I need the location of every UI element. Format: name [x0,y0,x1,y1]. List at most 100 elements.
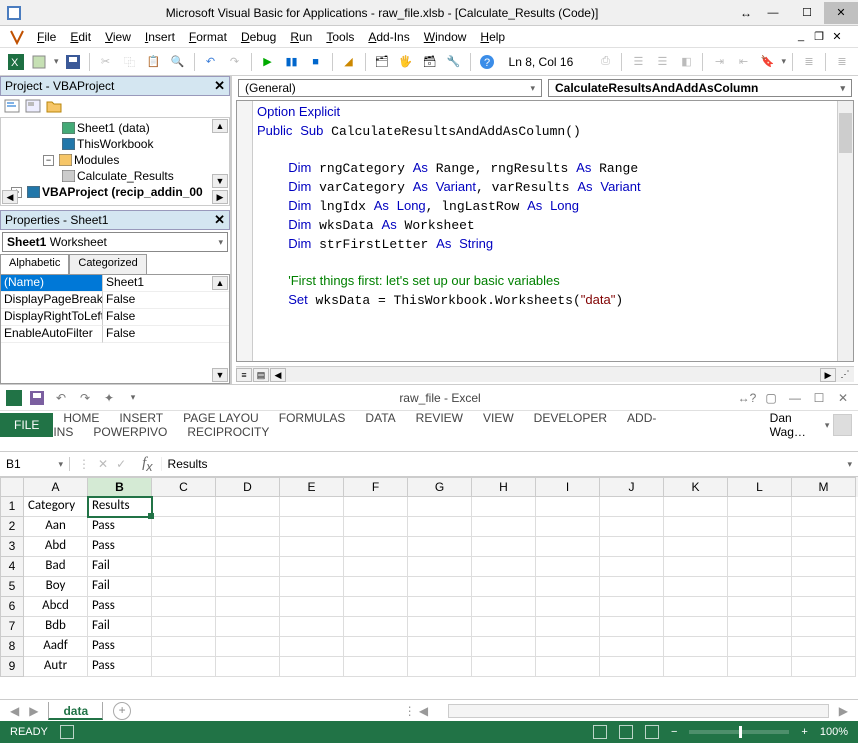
reset-icon[interactable]: ■ [306,52,326,72]
cell[interactable] [216,657,280,677]
row-header[interactable]: 8 [0,637,24,657]
properties-grid[interactable]: ▲ ▼ (Name)Sheet1DisplayPageBreaksFalseDi… [0,274,230,384]
cell[interactable]: Aadf [24,637,88,657]
cell[interactable] [728,637,792,657]
touch-mode-icon[interactable]: ↔? [738,389,756,407]
cell[interactable] [728,537,792,557]
cell[interactable] [728,617,792,637]
xl-minimize-button[interactable]: — [786,389,804,407]
cell[interactable] [408,617,472,637]
tab-formulas[interactable]: FORMULAS [269,406,356,430]
qat-misc-icon[interactable]: ✦ [100,389,118,407]
paste-icon[interactable]: 📋 [144,52,164,72]
edit-tb-icon4[interactable]: ◧ [676,52,696,72]
cell[interactable] [408,557,472,577]
edit-tb-icon2[interactable]: ☰ [628,52,648,72]
tree-item[interactable]: −Modules [3,152,227,168]
properties-icon[interactable]: 🖐 [396,52,416,72]
cell[interactable] [152,657,216,677]
maximize-button[interactable]: ☐ [790,2,824,24]
fx-enter-icon[interactable]: ✓ [116,457,126,471]
menu-edit[interactable]: Edit [63,28,98,46]
cell[interactable] [664,537,728,557]
save-icon[interactable] [63,52,83,72]
row-header[interactable]: 3 [0,537,24,557]
tree-scroll-up[interactable]: ▲ [212,119,228,133]
cell[interactable] [152,617,216,637]
macro-recorder-icon[interactable] [60,725,74,739]
column-header[interactable]: M [792,477,856,497]
tree-scroll-down[interactable]: ▼ [212,174,228,188]
cell[interactable] [472,497,536,517]
cell[interactable] [792,657,856,677]
cell[interactable] [792,617,856,637]
sheet-tab-data[interactable]: data [48,702,103,720]
code-vscroll[interactable] [837,101,853,361]
break-icon[interactable]: ▮▮ [282,52,302,72]
cell[interactable]: Abd [24,537,88,557]
zoom-slider[interactable] [689,730,789,734]
column-header[interactable]: G [408,477,472,497]
ribbon-options-icon[interactable]: ▢ [762,389,780,407]
cell[interactable] [536,617,600,637]
property-row[interactable]: EnableAutoFilterFalse [1,326,229,343]
cell[interactable] [152,597,216,617]
menu-tools[interactable]: Tools [319,28,361,46]
cell[interactable] [664,617,728,637]
cell[interactable] [472,537,536,557]
xl-close-button[interactable]: ✕ [834,389,852,407]
fx-icon[interactable]: fx [134,455,160,474]
property-row[interactable]: (Name)Sheet1 [1,275,229,292]
qat-customize-caret[interactable]: ▾ [124,389,142,407]
toolbox-icon[interactable]: 🔧 [444,52,464,72]
user-account[interactable]: Dan Wag…▾ [764,411,858,439]
fx-cancel-icon[interactable]: ✕ [98,457,108,471]
cell[interactable]: Boy [24,577,88,597]
tree-item[interactable]: ThisWorkbook [3,136,227,152]
column-header[interactable]: B [88,477,152,497]
column-header[interactable]: A [24,477,88,497]
cell[interactable] [280,537,344,557]
find-icon[interactable]: 🔍 [168,52,188,72]
fx-grip-icon[interactable]: ⋮ [78,457,90,471]
cell[interactable] [408,577,472,597]
cell[interactable] [344,497,408,517]
menu-run[interactable]: Run [283,28,319,46]
procedure-combo[interactable]: CalculateResultsAndAddAsColumn ▾ [548,79,852,97]
name-box[interactable]: B1 ▾ [0,457,70,471]
menu-format[interactable]: Format [182,28,234,46]
worksheet-grid[interactable]: ABCDEFGHIJKLM 1CategoryResults2AanPass3A… [0,477,858,699]
cell[interactable]: Abcd [24,597,88,617]
cell[interactable] [600,657,664,677]
tab-developer[interactable]: DEVELOPER [524,406,617,430]
help-icon[interactable]: ? [477,52,497,72]
cell[interactable] [344,657,408,677]
cell[interactable] [792,497,856,517]
toggle-folders-icon[interactable] [46,99,64,115]
cell[interactable]: Results [88,497,152,517]
row-header[interactable]: 9 [0,657,24,677]
view-code-icon[interactable] [4,99,22,115]
row-header[interactable]: 7 [0,617,24,637]
cell[interactable] [280,597,344,617]
cell[interactable] [792,637,856,657]
menu-file[interactable]: File [30,28,63,46]
cell[interactable] [728,497,792,517]
cell[interactable]: Fail [88,557,152,577]
cell[interactable] [600,517,664,537]
column-header[interactable]: C [152,477,216,497]
cell[interactable] [216,597,280,617]
tab-file[interactable]: FILE [0,413,53,437]
design-mode-icon[interactable]: ◢ [339,52,359,72]
cell[interactable] [280,637,344,657]
cell[interactable] [280,517,344,537]
cell[interactable] [216,617,280,637]
tree-item[interactable]: +VBAProject (recip_addin_00 [3,184,227,200]
tree-scroll-right[interactable]: ▶ [212,190,228,204]
cell[interactable]: Bdb [24,617,88,637]
cell[interactable] [152,517,216,537]
cell[interactable]: Fail [88,617,152,637]
cell[interactable] [152,637,216,657]
cell[interactable] [408,537,472,557]
cell[interactable] [280,497,344,517]
